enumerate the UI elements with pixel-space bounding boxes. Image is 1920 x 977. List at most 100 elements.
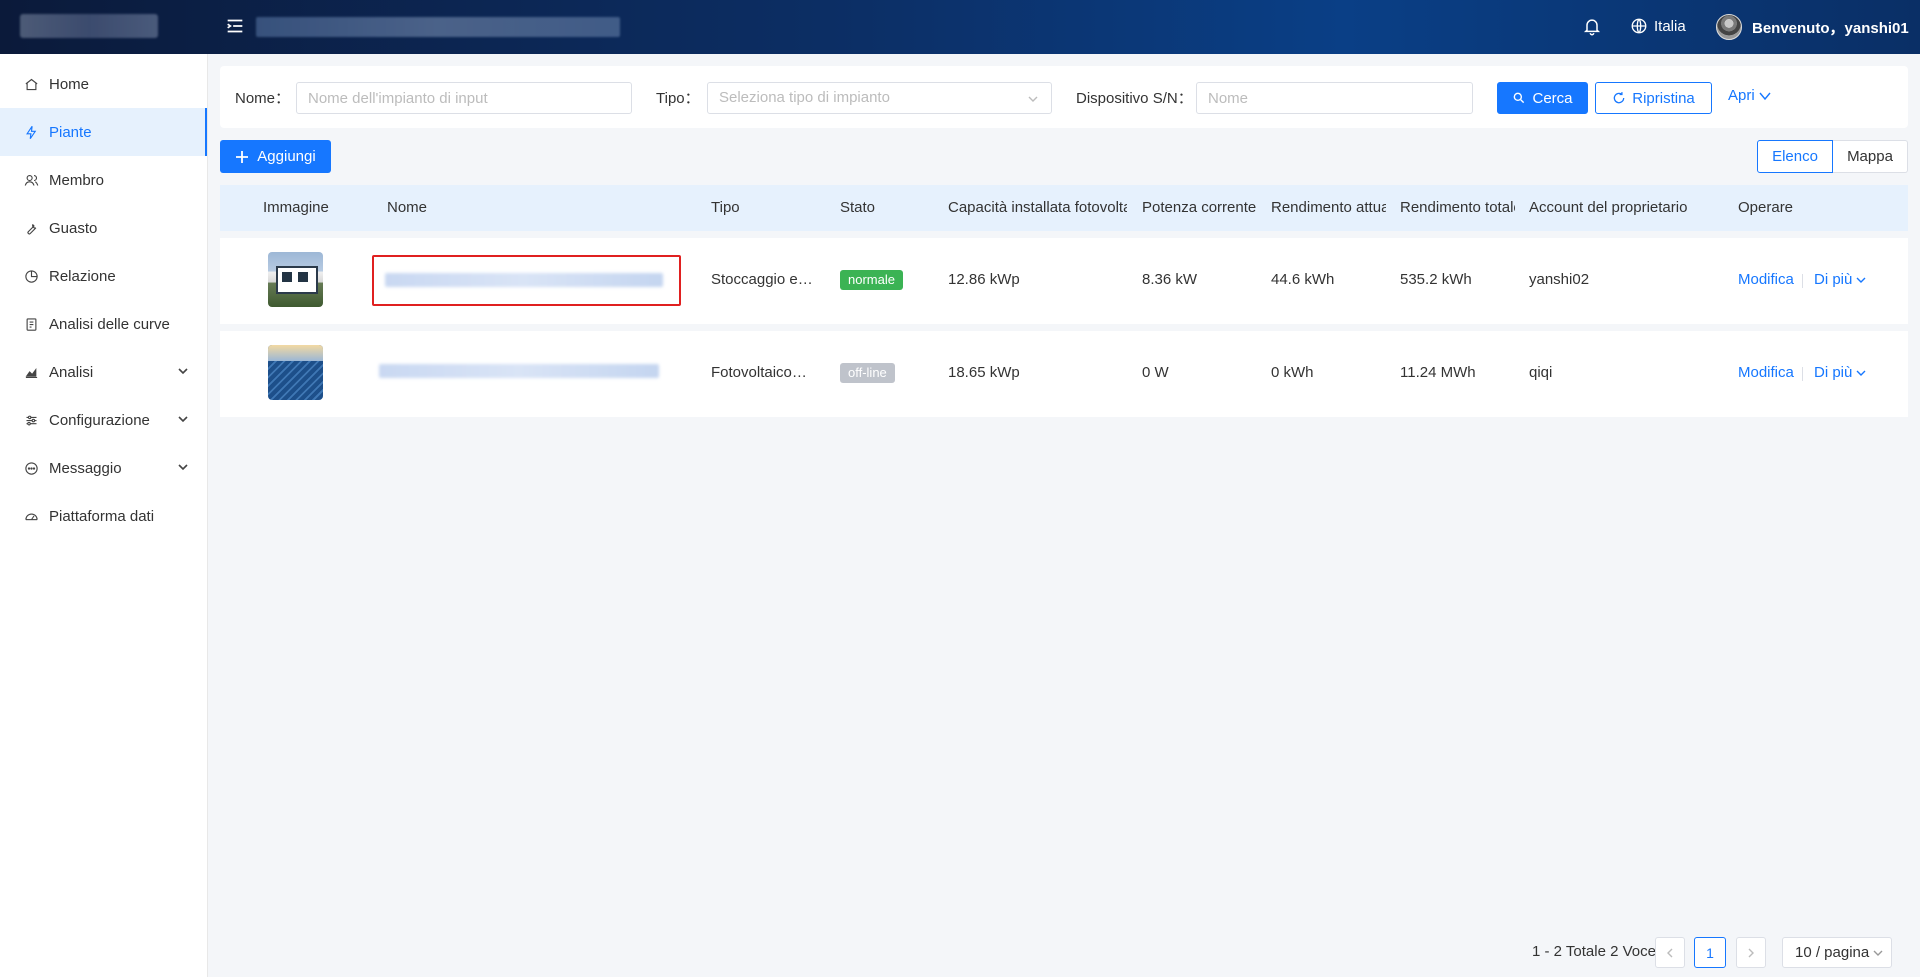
chevron-left-icon xyxy=(1667,948,1673,957)
device-sn-label: Dispositivo S/N： xyxy=(1076,90,1193,107)
chevron-down-icon xyxy=(1856,370,1866,376)
edit-link[interactable]: Modifica xyxy=(1738,364,1794,381)
filter-bar: Nome： Tipo： Seleziona tipo di impianto D… xyxy=(220,66,1908,128)
page-title-blurred xyxy=(256,17,620,37)
chevron-down-icon xyxy=(178,464,188,471)
top-header: Italia Benvenuto，yanshi01 xyxy=(0,0,1920,54)
edit-link[interactable]: Modifica xyxy=(1738,271,1794,288)
plant-type-select[interactable]: Seleziona tipo di impianto xyxy=(707,82,1052,114)
view-map-button[interactable]: Mappa xyxy=(1833,140,1908,173)
wrench-icon xyxy=(27,223,37,234)
sidebar-item-messaggio[interactable]: Messaggio xyxy=(0,444,207,492)
sidebar-item-label: Configurazione xyxy=(49,411,150,429)
sidebar-item-configurazione[interactable]: Configurazione xyxy=(0,396,207,444)
plant-type-placeholder: Seleziona tipo di impianto xyxy=(719,89,890,106)
divider xyxy=(1802,367,1803,381)
chevron-down-icon xyxy=(1028,96,1038,102)
pagination-total: 1 - 2 Totale 2 Voce xyxy=(1532,943,1656,960)
col-type: Tipo xyxy=(711,199,740,216)
pie-chart-icon xyxy=(25,269,38,283)
welcome-text: Benvenuto，yanshi01 xyxy=(1752,19,1909,37)
chevron-down-icon xyxy=(1759,92,1771,100)
language-label: Italia xyxy=(1654,17,1686,35)
sliders-icon xyxy=(26,415,37,425)
bell-icon[interactable] xyxy=(1582,16,1602,36)
page-size-select[interactable]: 10 / pagina xyxy=(1782,937,1892,968)
col-operate: Operare xyxy=(1738,199,1794,216)
sidebar: Home Piante Membro Guasto Relazione Anal… xyxy=(0,54,208,977)
area-chart-icon xyxy=(25,367,38,378)
capacity-value: 12.86 kWp xyxy=(948,271,1020,288)
refresh-icon xyxy=(1613,92,1625,104)
more-dropdown[interactable]: Di più xyxy=(1814,364,1866,381)
col-image: Immagine xyxy=(263,199,329,216)
table-row[interactable]: Fotovoltaico… off-line 18.65 kWp 0 W 0 k… xyxy=(220,331,1908,417)
col-total-yield: Rendimento totale xyxy=(1400,199,1515,216)
add-plant-button[interactable]: Aggiungi xyxy=(220,140,331,173)
sidebar-item-home[interactable]: Home xyxy=(0,60,207,108)
chevron-right-icon xyxy=(1748,948,1754,957)
lightning-icon xyxy=(26,125,37,139)
sidebar-item-label: Messaggio xyxy=(49,459,122,477)
logo[interactable] xyxy=(20,14,158,38)
menu-fold-icon[interactable] xyxy=(224,15,246,37)
plant-type: Stoccaggio e… xyxy=(711,271,811,288)
name-label: Nome： xyxy=(235,90,291,107)
sidebar-item-analisi-curve[interactable]: Analisi delle curve xyxy=(0,300,207,348)
col-status: Stato xyxy=(840,199,876,216)
reset-button[interactable]: Ripristina xyxy=(1595,82,1712,114)
sidebar-item-label: Guasto xyxy=(49,219,98,237)
expand-filters-link[interactable]: Apri xyxy=(1728,87,1771,104)
plus-icon xyxy=(236,150,249,163)
prev-page-button[interactable] xyxy=(1655,937,1685,968)
report-icon xyxy=(26,317,37,331)
col-power: Potenza corrente xyxy=(1142,199,1257,216)
col-owner: Account del proprietario xyxy=(1529,199,1688,216)
dashboard-icon xyxy=(25,513,38,520)
plant-type: Fotovoltaico… xyxy=(711,364,807,381)
divider xyxy=(1802,274,1803,288)
sidebar-item-piante[interactable]: Piante xyxy=(0,108,207,156)
view-switch: Elenco Mappa xyxy=(1757,140,1908,173)
plant-thumbnail[interactable] xyxy=(268,252,323,307)
col-capacity: Capacità installata fotovoltaica xyxy=(948,199,1127,216)
current-yield-value: 44.6 kWh xyxy=(1271,271,1335,288)
next-page-button[interactable] xyxy=(1736,937,1766,968)
sidebar-item-label: Piattaforma dati xyxy=(49,507,155,525)
chevron-down-icon xyxy=(1873,950,1883,956)
plant-thumbnail[interactable] xyxy=(268,345,323,400)
more-dropdown[interactable]: Di più xyxy=(1814,271,1866,288)
sidebar-item-membro[interactable]: Membro xyxy=(0,156,207,204)
search-button[interactable]: Cerca xyxy=(1497,82,1588,114)
col-name: Nome xyxy=(387,199,428,216)
total-yield-value: 535.2 kWh xyxy=(1400,271,1472,288)
globe-icon xyxy=(1631,18,1647,34)
type-label: Tipo： xyxy=(656,90,700,107)
plant-name-input[interactable] xyxy=(296,82,632,114)
view-list-button[interactable]: Elenco xyxy=(1757,140,1833,173)
sidebar-item-relazione[interactable]: Relazione xyxy=(0,252,207,300)
device-sn-input[interactable] xyxy=(1196,82,1473,114)
power-value: 0 W xyxy=(1142,364,1169,381)
users-icon xyxy=(24,174,39,186)
sidebar-item-label: Home xyxy=(49,75,90,93)
sidebar-item-piattaforma-dati[interactable]: Piattaforma dati xyxy=(0,492,207,540)
page-number-button[interactable]: 1 xyxy=(1694,937,1726,968)
sidebar-item-label: Piante xyxy=(49,123,92,141)
status-badge: off-line xyxy=(840,363,895,383)
avatar xyxy=(1716,14,1742,40)
sidebar-item-analisi[interactable]: Analisi xyxy=(0,348,207,396)
current-yield-value: 0 kWh xyxy=(1271,364,1314,381)
owner-account: yanshi02 xyxy=(1529,271,1590,288)
sidebar-item-guasto[interactable]: Guasto xyxy=(0,204,207,252)
owner-account: qiqi xyxy=(1529,364,1553,381)
message-icon xyxy=(25,461,38,475)
language-selector[interactable]: Italia xyxy=(1630,15,1686,37)
chevron-down-icon xyxy=(178,416,188,423)
home-icon xyxy=(25,78,38,90)
capacity-value: 18.65 kWp xyxy=(948,364,1020,381)
chevron-down-icon xyxy=(1856,277,1866,283)
total-yield-value: 11.24 MWh xyxy=(1400,364,1476,381)
plant-name-blurred[interactable] xyxy=(379,364,659,378)
user-menu[interactable]: Benvenuto，yanshi01 xyxy=(1716,13,1909,41)
